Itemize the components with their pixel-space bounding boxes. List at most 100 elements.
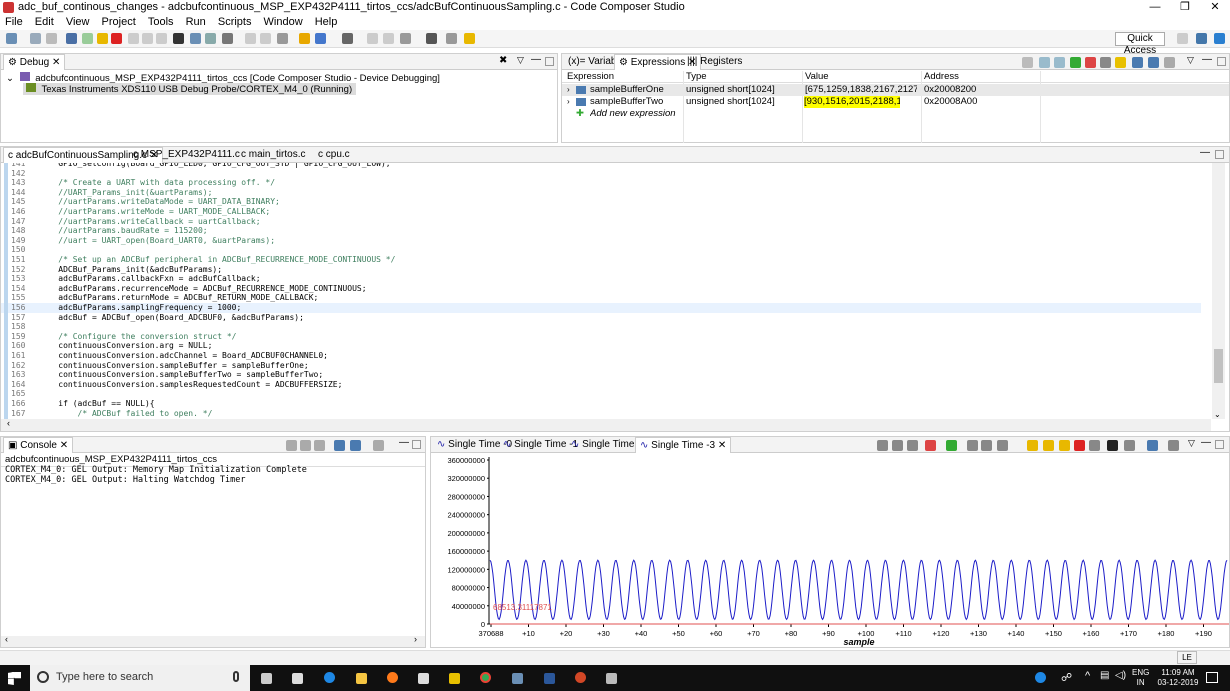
layout-icon[interactable] <box>1054 57 1065 68</box>
code-line[interactable]: 159 /* Configure the conversion struct *… <box>1 332 1201 342</box>
collapse-icon[interactable]: ⌄ <box>6 73 14 84</box>
properties-icon[interactable] <box>1107 440 1118 451</box>
refresh-graph-icon[interactable] <box>1027 440 1038 451</box>
load-program-icon[interactable] <box>299 33 310 44</box>
add-expression-label[interactable]: Add new expression <box>590 108 676 120</box>
help-icon[interactable] <box>1035 672 1046 683</box>
suspend-icon[interactable] <box>97 33 108 44</box>
debug-target-row[interactable]: Texas Instruments XDS110 USB Debug Probe… <box>23 83 357 95</box>
graph-toolbar-icon[interactable] <box>907 440 918 451</box>
tray-expand-icon[interactable]: ^ <box>1085 670 1090 682</box>
maximize-view-icon[interactable] <box>545 57 554 66</box>
quick-access-field[interactable]: Quick Access <box>1115 32 1165 56</box>
search-icon[interactable] <box>426 33 437 44</box>
back-icon[interactable] <box>367 33 378 44</box>
view-menu-icon[interactable]: ▽ <box>1188 438 1195 449</box>
search-box[interactable]: Type here to search <box>30 665 250 691</box>
tools-icon[interactable] <box>400 33 411 44</box>
close-button[interactable]: ✕ <box>1200 0 1230 15</box>
code-line[interactable]: 156 adcBufParams.samplingFrequency = 100… <box>1 303 1201 313</box>
step-over-icon[interactable] <box>142 33 153 44</box>
tab-registers[interactable]: |||| Registers <box>683 54 746 70</box>
col-type[interactable]: Type <box>686 71 707 83</box>
add-expression-row[interactable]: ✚ Add new expression <box>562 108 1229 120</box>
expr-value-changed[interactable]: [930,1516,2015,2188,1997...] <box>804 96 900 108</box>
step-return-icon[interactable] <box>156 33 167 44</box>
mail-icon[interactable] <box>292 673 303 684</box>
package-icon[interactable] <box>606 673 617 684</box>
export-icon[interactable] <box>1148 57 1159 68</box>
time-graph[interactable]: 360000000 320000000 280000000 240000000 2000… <box>431 454 1229 648</box>
minimize-view-icon[interactable]: — <box>1200 147 1210 158</box>
code-line[interactable]: 151 /* Set up an ADCBuf peripheral in AD… <box>1 255 1201 265</box>
import-icon[interactable] <box>1132 57 1143 68</box>
code-line[interactable]: 146 //uartParams.writeMode = UART_MODE_C… <box>1 207 1201 217</box>
perspective-icon[interactable] <box>1177 33 1188 44</box>
people-icon[interactable]: ☍ <box>1061 671 1072 684</box>
graph-toolbar-icon[interactable] <box>892 440 903 451</box>
table-row[interactable]: › sampleBufferOne unsigned short[1024] [… <box>562 84 1229 96</box>
restart-icon[interactable] <box>205 33 216 44</box>
save-all-icon[interactable] <box>46 33 57 44</box>
menu-view[interactable]: View <box>66 16 90 28</box>
perspective-edit-icon[interactable] <box>1196 33 1207 44</box>
scroll-right-icon[interactable]: › <box>414 634 417 644</box>
code-line[interactable]: 153 adcBufParams.callbackFxn = adcBufCal… <box>1 274 1201 284</box>
pin-console-icon[interactable] <box>334 440 345 451</box>
minimize-view-icon[interactable]: — <box>1201 437 1211 448</box>
view-menu-icon[interactable]: ▽ <box>1187 55 1194 66</box>
settings-icon[interactable] <box>342 33 353 44</box>
scroll-lock-icon[interactable] <box>300 440 311 451</box>
expand-icon[interactable]: › <box>567 84 570 96</box>
zoom-fit-icon[interactable] <box>997 440 1008 451</box>
clear-console-icon[interactable] <box>286 440 297 451</box>
maximize-view-icon[interactable] <box>1217 57 1226 66</box>
tab-debug[interactable]: ⚙ Debug ✕ <box>3 54 66 70</box>
code-line[interactable]: 147 //uartParams.writeCallback = uartCal… <box>1 217 1201 227</box>
start-icon[interactable] <box>8 672 21 685</box>
word-wrap-icon[interactable] <box>314 440 325 451</box>
code-line[interactable]: 157 adcBuf = ADCBuf_open(Board_ADCBUF0, … <box>1 313 1201 323</box>
view-menu-icon[interactable]: ▽ <box>517 55 524 66</box>
store-icon[interactable] <box>418 673 429 684</box>
notifications-icon[interactable] <box>1206 672 1218 683</box>
resume-icon[interactable] <box>82 33 93 44</box>
network-app-icon[interactable] <box>512 673 523 684</box>
forward-icon[interactable] <box>383 33 394 44</box>
graph-toolbar-icon[interactable] <box>877 440 888 451</box>
scroll-down-icon[interactable]: ⌄ <box>1214 410 1221 419</box>
pen-icon[interactable] <box>464 33 475 44</box>
zoom-out-icon[interactable] <box>981 440 992 451</box>
microphone-icon[interactable] <box>233 671 239 682</box>
code-line[interactable]: 145 //uartParams.writeDataMode = UART_DA… <box>1 197 1201 207</box>
code-line[interactable]: 149 //uart = UART_open(Board_UART0, &uar… <box>1 236 1201 246</box>
maximize-view-icon[interactable] <box>1215 150 1224 159</box>
col-value[interactable]: Value <box>805 71 829 83</box>
code-line[interactable]: 154 adcBufParams.recurrenceMode = ADCBuf… <box>1 284 1201 294</box>
menu-file[interactable]: File <box>5 16 23 28</box>
terminate-icon[interactable] <box>111 33 122 44</box>
tab-msp-file[interactable]: c MSP_EXP432P4111.c <box>129 147 244 163</box>
code-line[interactable]: 161 continuousConversion.adcChannel = Bo… <box>1 351 1201 361</box>
export-graph-icon[interactable] <box>1124 440 1135 451</box>
edge-icon[interactable] <box>324 672 335 683</box>
minimize-view-icon[interactable]: — <box>1202 54 1212 65</box>
code-line[interactable]: 148 //uartParams.baudRate = 115200; <box>1 226 1201 236</box>
debug-view-icon[interactable] <box>66 33 77 44</box>
col-address[interactable]: Address <box>924 71 959 83</box>
graph-view-icon[interactable] <box>1168 440 1179 451</box>
minimize-view-icon[interactable]: — <box>531 54 541 65</box>
maximize-view-icon[interactable] <box>412 440 421 449</box>
powerpoint-icon[interactable] <box>575 672 586 683</box>
graph-options-icon[interactable] <box>1147 440 1158 451</box>
remove-all-icon[interactable] <box>1100 57 1111 68</box>
menu-scripts[interactable]: Scripts <box>218 16 252 28</box>
code-area[interactable]: 141 GPIO_setConfig(Board_GPIO_LED0, GPIO… <box>1 163 1211 419</box>
minimize-button[interactable]: — <box>1140 0 1170 15</box>
language-indicator[interactable]: ENG IN <box>1132 668 1149 688</box>
graph-run-icon[interactable] <box>946 440 957 451</box>
code-line[interactable]: 164 continuousConversion.samplesRequeste… <box>1 380 1201 390</box>
show-type-icon[interactable] <box>1039 57 1050 68</box>
import-graph-icon[interactable] <box>1089 440 1100 451</box>
menu-window[interactable]: Window <box>264 16 303 28</box>
